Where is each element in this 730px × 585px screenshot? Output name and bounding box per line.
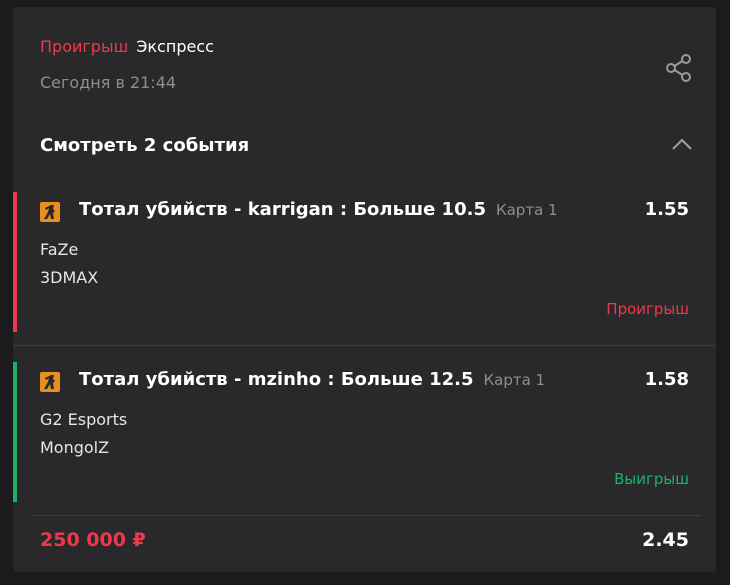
cs-sport-icon: [40, 202, 60, 222]
map-label: Карта 1: [495, 201, 558, 219]
map-label: Карта 1: [483, 371, 546, 389]
event-odds: 1.55: [644, 199, 689, 220]
bet-card: Проигрыш Экспресс Сегодня в 21:44 Смотрет…: [13, 7, 716, 572]
event-odds: 1.58: [644, 369, 689, 390]
share-icon[interactable]: [665, 53, 693, 83]
chevron-up-icon[interactable]: [671, 137, 693, 151]
event-result: Выигрыш: [614, 470, 689, 488]
events-toggle[interactable]: Смотреть 2 события: [40, 135, 249, 156]
bet-status: Проигрыш: [40, 37, 129, 56]
result-stripe: [13, 192, 17, 332]
bet-date: Сегодня в 21:44: [40, 73, 177, 92]
bet-stake: 250 000 ₽: [40, 529, 146, 551]
team-1: FaZe: [40, 240, 79, 259]
event-market: Тотал убийств - karrigan : Больше 10.5 Ка…: [79, 199, 558, 220]
team-1: G2 Esports: [40, 410, 128, 429]
market-label: Тотал убийств - mzinho : Больше 12.5: [79, 369, 474, 390]
team-2: MongolZ: [40, 438, 110, 457]
bet-type: Экспресс: [136, 37, 214, 56]
event-divider: [13, 345, 716, 346]
event-result: Проигрыш: [606, 300, 689, 318]
event-market: Тотал убийств - mzinho : Больше 12.5 Карт…: [79, 369, 545, 390]
event-item: Тотал убийств - mzinho : Больше 12.5 Карт…: [13, 362, 716, 502]
cs-sport-icon: [40, 372, 60, 392]
event-item: Тотал убийств - karrigan : Больше 10.5 Ка…: [13, 192, 716, 332]
footer-divider: [33, 515, 701, 516]
total-odds: 2.45: [642, 529, 689, 551]
bet-header: Проигрыш Экспресс: [40, 37, 214, 56]
team-2: 3DMAX: [40, 268, 99, 287]
market-label: Тотал убийств - karrigan : Больше 10.5: [79, 199, 486, 220]
result-stripe: [13, 362, 17, 502]
